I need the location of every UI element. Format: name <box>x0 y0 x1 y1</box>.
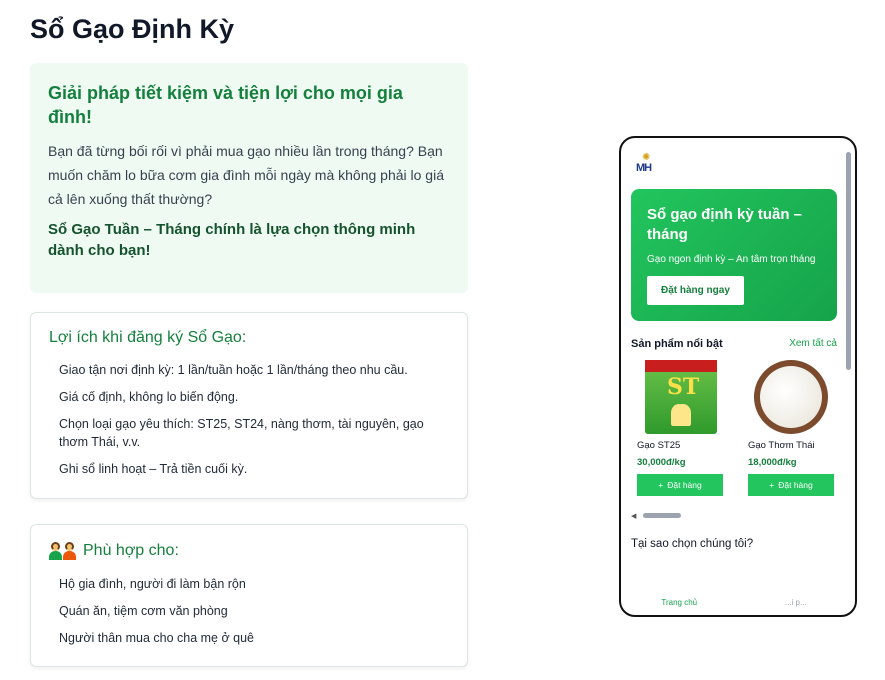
list-item: Hộ gia đình, người đi làm bận rộn <box>59 577 246 591</box>
nav-second[interactable]: ...i p... <box>738 598 855 607</box>
logo[interactable]: ✺ MH <box>636 153 656 175</box>
benefits-heading-text: Lợi ích khi đăng ký Sổ Gạo: <box>49 329 247 346</box>
people-icon <box>49 541 77 561</box>
benefits-heading: Lợi ích khi đăng ký Sổ Gạo: <box>49 329 449 347</box>
banner-title: Sổ gạo định kỳ tuần – tháng <box>647 206 803 243</box>
intro-text: Bạn đã từng bối rối vì phải mua gạo nhiề… <box>48 143 444 207</box>
product-price: 30,000đ/kg <box>637 457 686 468</box>
scroll-thumb[interactable] <box>643 513 681 518</box>
plus-icon: + <box>769 480 775 490</box>
featured-label: Sản phẩm nổi bật <box>631 338 723 350</box>
list-item: Người thân mua cho cha mẹ ở quê <box>59 631 255 645</box>
intro-cta: Sổ Gạo Tuần – Tháng chính là lựa chọn th… <box>48 221 416 259</box>
horizontal-scrollbar[interactable]: ◀ <box>631 512 837 520</box>
benefits-card: Lợi ích khi đăng ký Sổ Gạo: Giao tận nơi… <box>30 312 468 499</box>
promo-banner: Sổ gạo định kỳ tuần – tháng Gạo ngon địn… <box>631 189 837 321</box>
benefits-list: Giao tận nơi định kỳ: 1 lần/tuần hoặc 1 … <box>49 361 449 478</box>
featured-header: Sản phẩm nổi bật Xem tất cả <box>631 338 837 350</box>
scroll-left-icon[interactable]: ◀ <box>631 512 636 520</box>
banner-subtitle: Gạo ngon định kỳ – An tâm trọn tháng <box>647 254 816 265</box>
nav-home[interactable]: Trang chủ <box>621 598 738 607</box>
order-now-button[interactable]: Đặt hàng ngay <box>647 276 744 305</box>
fit-card: Phù hợp cho: Hộ gia đình, người đi làm b… <box>30 524 468 667</box>
product-price: 18,000đ/kg <box>748 457 797 468</box>
list-item: Giá cố định, không lo biến động. <box>59 390 239 404</box>
why-us-heading: Tại sao chọn chúng tôi? <box>631 538 754 550</box>
bottom-nav: Trang chủ ...i p... <box>621 598 854 607</box>
fit-heading-text: Phù hợp cho: <box>83 542 179 559</box>
plus-icon: + <box>658 480 664 490</box>
intro-heading: Giải pháp tiết kiệm và tiện lợi cho mọi … <box>48 83 403 127</box>
fit-list: Hộ gia đình, người đi làm bận rộn Quán ă… <box>49 575 449 647</box>
order-button[interactable]: + Đặt hàng <box>637 474 723 496</box>
list-item: Ghi sổ linh hoạt – Trả tiền cuối kỳ. <box>59 462 248 476</box>
rice-bowl-image <box>748 360 834 434</box>
list-item: Quán ăn, tiệm cơm văn phòng <box>59 604 228 618</box>
page-title: Sổ Gạo Định Kỳ <box>30 14 235 44</box>
product-name: Gạo Thơm Thái <box>748 440 815 451</box>
list-item: Giao tận nơi định kỳ: 1 lần/tuần hoặc 1 … <box>59 363 408 377</box>
product-card[interactable]: Gạo Thơm Thái 18,000đ/kg + Đặt hàng <box>748 360 834 496</box>
fit-heading: Phù hợp cho: <box>49 541 449 561</box>
see-all-link[interactable]: Xem tất cả <box>789 338 837 350</box>
product-name: Gạo ST25 <box>637 440 681 451</box>
phone-scrollbar[interactable] <box>846 152 851 370</box>
phone-mockup: ✺ MH Sổ gạo định kỳ tuần – tháng Gạo ngo… <box>619 136 857 617</box>
order-button[interactable]: + Đặt hàng <box>748 474 834 496</box>
intro-box: Giải pháp tiết kiệm và tiện lợi cho mọi … <box>30 63 468 293</box>
product-card[interactable]: ST Gạo ST25 30,000đ/kg + Đặt hàng <box>637 360 723 496</box>
list-item: Chọn loại gạo yêu thích: ST25, ST24, nàn… <box>59 417 424 449</box>
rice-bag-image: ST <box>637 360 723 434</box>
